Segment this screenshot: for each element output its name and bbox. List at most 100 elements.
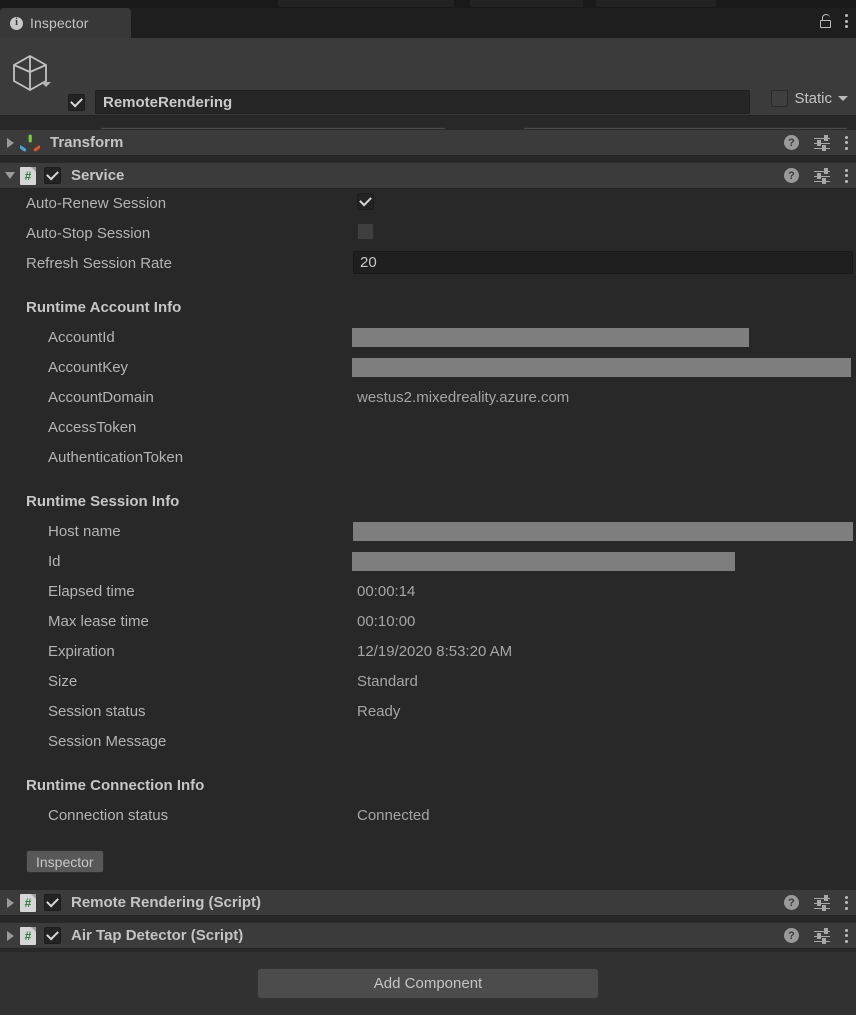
property-value: 00:10:00 [357,613,416,630]
property-row-max-lease-time: Max lease time 00:10:00 [0,607,856,637]
foldout-service[interactable] [0,172,20,179]
property-label: Expiration [48,643,115,660]
tab-tools [820,14,848,28]
property-label: Session Message [48,733,167,750]
kebab-menu-icon[interactable] [845,14,848,28]
auto-renew-session-checkbox[interactable] [357,193,374,210]
component-header-transform[interactable]: Transform ? [0,129,856,156]
help-icon[interactable]: ? [784,168,799,183]
property-row-id: Id [0,547,856,577]
help-icon[interactable]: ? [784,895,799,910]
component-title: Air Tap Detector (Script) [71,927,244,944]
auto-stop-session-checkbox[interactable] [357,223,374,240]
property-row-expiration: Expiration 12/19/2020 8:53:20 AM [0,637,856,667]
component-tools: ? [784,895,848,911]
tab-bar: i Inspector [0,8,856,38]
kebab-menu-icon[interactable] [845,895,848,910]
property-row-hostname: Host name [0,517,856,547]
group-header-connection-info: Runtime Connection Info [0,771,856,801]
window-top-strip [0,0,856,8]
property-value: Standard [357,673,418,690]
preset-sliders-icon[interactable] [814,168,830,184]
foldout-remote-rendering[interactable] [0,897,20,908]
property-label: Auto-Renew Session [26,195,167,212]
property-row-session-status: Session status Ready [0,697,856,727]
redacted-value-id [352,552,735,571]
property-label: Session status [48,703,146,720]
component-title: Service [71,167,125,184]
property-row-accountdomain: AccountDomain westus2.mixedreality.azure… [0,383,856,413]
property-label: AccountKey [48,359,129,376]
component-header-air-tap-detector[interactable]: # Air Tap Detector (Script) ? [0,922,856,949]
refresh-session-rate-input[interactable]: 20 [353,251,853,274]
kebab-menu-icon[interactable] [845,168,848,183]
preset-sliders-icon[interactable] [814,928,830,944]
ghost-tab-1 [278,0,413,7]
lock-icon[interactable] [820,14,831,28]
property-label: AccessToken [48,419,137,436]
service-body: Auto-Renew Session Auto-Stop Session Ref… [0,189,856,831]
kebab-menu-icon[interactable] [845,135,848,150]
info-icon: i [10,16,23,30]
tab-inspector-label: Inspector [30,15,89,31]
cube-icon [13,54,47,92]
preset-sliders-icon[interactable] [814,135,830,151]
property-row-elapsed-time: Elapsed time 00:00:14 [0,577,856,607]
property-row-connection-status: Connection status Connected [0,801,856,831]
static-toggle-group: Static [771,90,848,107]
group-title: Runtime Session Info [26,493,180,510]
air-tap-detector-enabled-checkbox[interactable] [44,927,61,944]
property-label: Id [48,553,61,570]
component-tools: ? [784,928,848,944]
component-tools: ? [784,168,848,184]
group-title: Runtime Connection Info [26,777,205,794]
property-row-accesstoken: AccessToken [0,413,856,443]
component-header-service[interactable]: # Service ? [0,162,856,189]
kebab-menu-icon[interactable] [845,928,848,943]
help-icon[interactable]: ? [784,928,799,943]
static-dropdown-caret-icon[interactable] [838,96,848,101]
property-label: Host name [48,523,121,540]
property-label: Refresh Session Rate [26,255,172,272]
property-row-refresh-rate: Refresh Session Rate 20 [0,249,856,279]
property-value: Ready [357,703,401,720]
property-row-auto-renew: Auto-Renew Session [0,189,856,219]
inspector-window: i Inspector RemoteRendering Static Tag U… [0,0,856,1015]
property-label: Auto-Stop Session [26,225,151,242]
static-checkbox[interactable] [771,90,789,107]
redacted-value-accountid [352,328,749,347]
inspector-button[interactable]: Inspector [26,850,104,873]
help-icon[interactable]: ? [784,135,799,150]
property-value: 00:00:14 [357,583,416,600]
remote-rendering-enabled-checkbox[interactable] [44,894,61,911]
group-title: Runtime Account Info [26,299,182,316]
property-label: AccountDomain [48,389,154,406]
property-value: westus2.mixedreality.azure.com [357,389,570,406]
component-title: Remote Rendering (Script) [71,894,262,911]
prefab-dropdown-caret-icon[interactable] [41,82,51,87]
service-enabled-checkbox[interactable] [44,167,61,184]
csharp-script-icon: # [20,926,36,945]
group-header-session-info: Runtime Session Info [0,487,856,517]
object-header: RemoteRendering Static Tag Untagged Laye… [0,38,856,147]
preset-sliders-icon[interactable] [814,895,830,911]
object-name-row: RemoteRendering [68,90,750,114]
foldout-transform[interactable] [0,137,20,148]
property-label: AuthenticationToken [48,449,184,466]
property-row-accountid: AccountId [0,323,856,353]
property-label: Max lease time [48,613,149,630]
csharp-script-icon: # [20,893,36,912]
add-component-button[interactable]: Add Component [257,968,599,999]
object-name-input[interactable]: RemoteRendering [95,90,750,114]
property-label: Elapsed time [48,583,135,600]
foldout-air-tap-detector[interactable] [0,930,20,941]
property-row-size: Size Standard [0,667,856,697]
static-label: Static [794,90,832,107]
component-header-remote-rendering[interactable]: # Remote Rendering (Script) ? [0,889,856,916]
property-label: Connection status [48,807,169,824]
object-enabled-checkbox[interactable] [68,93,85,111]
property-value: 12/19/2020 8:53:20 AM [357,643,513,660]
tab-inspector[interactable]: i Inspector [0,8,131,38]
component-tools: ? [784,135,848,151]
